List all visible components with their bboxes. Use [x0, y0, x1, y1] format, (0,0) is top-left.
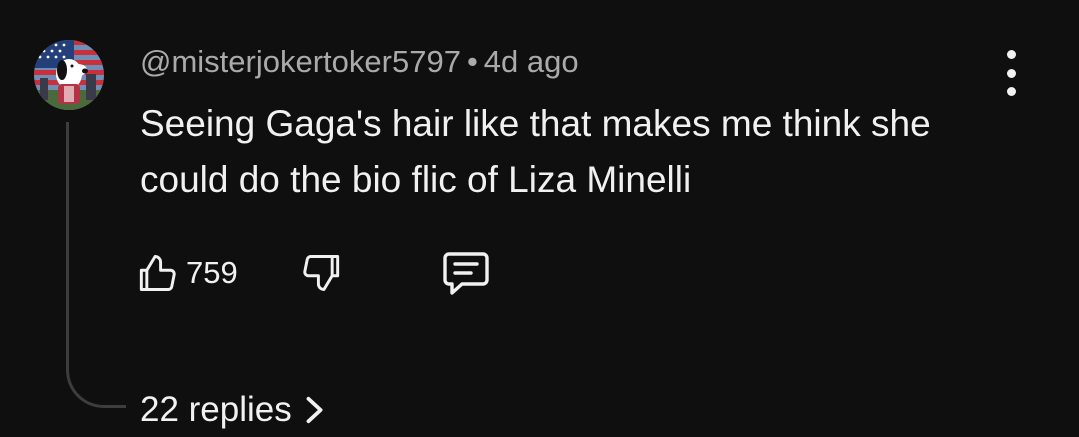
comment-meta: @misterjokertoker5797 • 4d ago [140, 40, 579, 84]
comment-text: Seeing Gaga's hair like that makes me th… [140, 103, 931, 200]
avatar[interactable] [34, 40, 104, 110]
replies-label: 22 replies [140, 390, 292, 429]
vertical-dots-icon [1006, 50, 1016, 96]
comment-bubble-icon [443, 252, 489, 295]
view-replies-button[interactable]: 22 replies [140, 386, 326, 434]
thread-line [66, 122, 126, 408]
dislike-button[interactable] [296, 246, 350, 300]
thumbs-down-icon [303, 255, 340, 291]
author-handle[interactable]: @misterjokertoker5797 [140, 44, 461, 79]
chevron-right-icon [306, 396, 323, 424]
like-button[interactable]: 759 [134, 246, 238, 300]
like-count: 759 [186, 255, 238, 290]
snoopy-flag-avatar-icon [34, 40, 104, 110]
meta-separator: • [466, 44, 478, 79]
reply-button[interactable] [437, 246, 495, 302]
more-options-button[interactable] [994, 50, 1028, 96]
thumbs-up-icon [139, 255, 176, 291]
comment-timestamp[interactable]: 4d ago [484, 44, 579, 79]
